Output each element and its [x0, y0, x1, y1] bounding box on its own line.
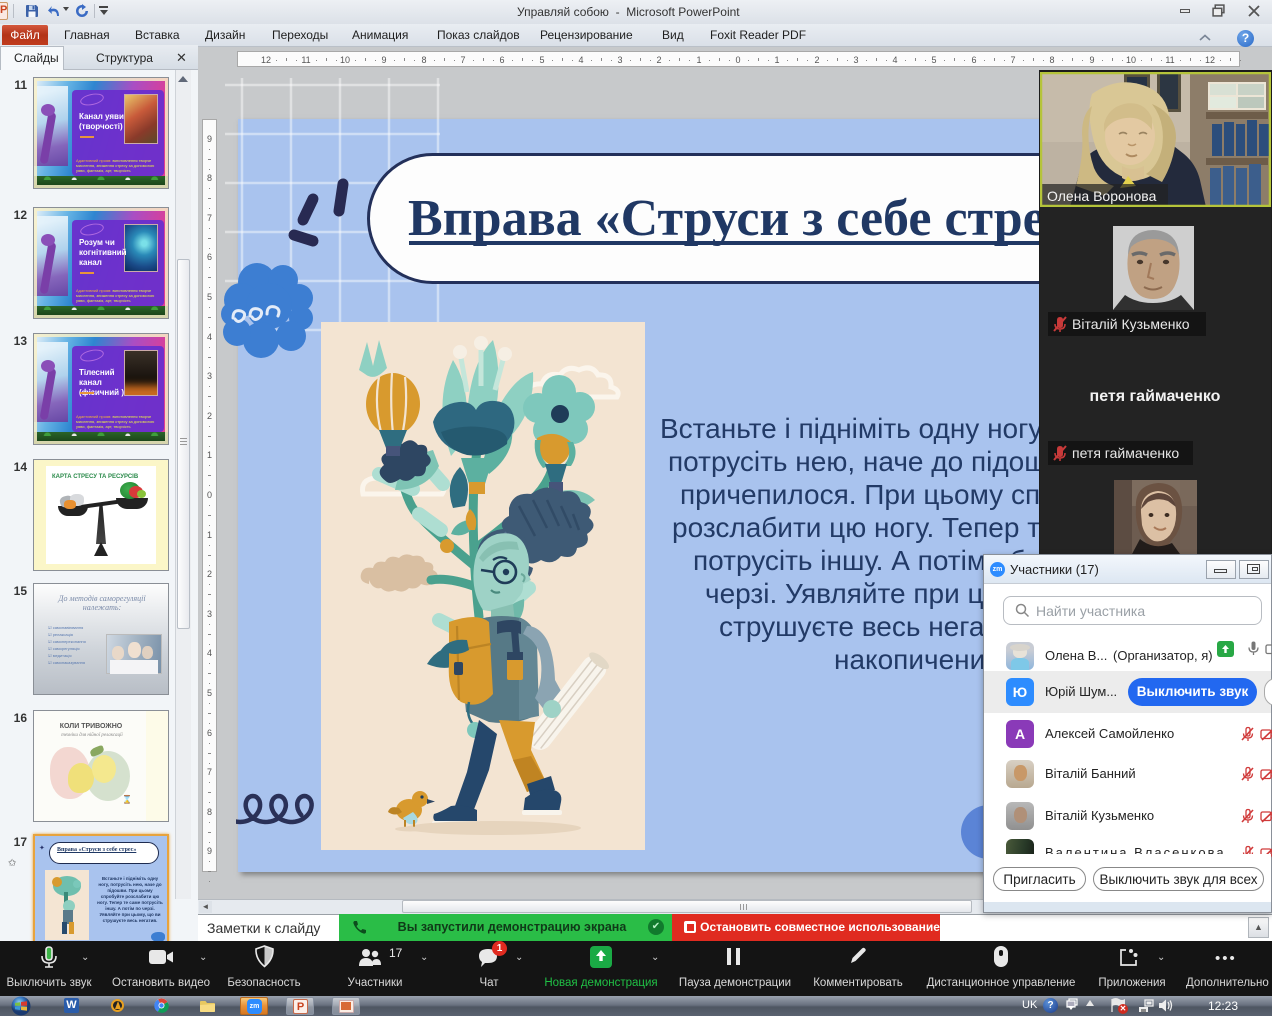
svg-text:петя гаймаченко: петя гаймаченко [1090, 388, 1221, 405]
svg-text:Олена Воронова: Олена Воронова [1047, 188, 1157, 204]
svg-text:Віталій Кузьменко: Віталій Кузьменко [1072, 316, 1190, 332]
svg-text:петя гаймаченко: петя гаймаченко [1072, 445, 1179, 461]
